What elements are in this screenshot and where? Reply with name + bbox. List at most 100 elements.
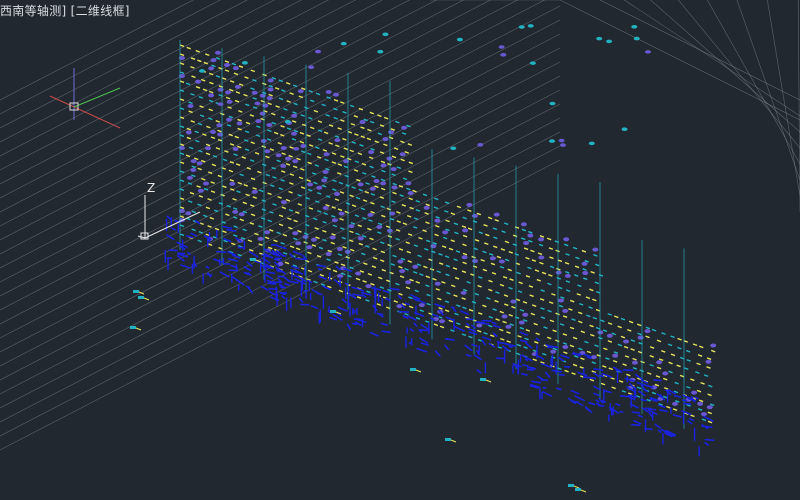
view-preset-control[interactable]: 西南等轴测] xyxy=(0,4,66,18)
facade-dash xyxy=(191,228,196,232)
facade-dash xyxy=(611,386,616,390)
drawing-canvas[interactable]: Z xyxy=(0,0,800,500)
base-structure-mark xyxy=(704,438,715,442)
facade-dash xyxy=(369,111,375,115)
fixture-mark xyxy=(285,156,292,161)
facade-dash xyxy=(351,141,356,144)
fixture-mark xyxy=(523,241,530,246)
facade-dash xyxy=(288,154,293,158)
facade-dash xyxy=(333,116,338,120)
facade-dash xyxy=(523,319,528,322)
facade-dash xyxy=(232,197,237,201)
facade-dash xyxy=(201,177,206,181)
facade-dash xyxy=(557,259,563,263)
fixture-mark xyxy=(266,122,273,127)
facade-dash xyxy=(697,408,703,411)
facade-dash xyxy=(537,252,543,256)
visual-style-control[interactable]: [二维线框] xyxy=(71,4,130,18)
facade-dash xyxy=(536,278,542,282)
facade-dash xyxy=(413,217,419,221)
facade-dash xyxy=(285,82,291,85)
fixture-mark xyxy=(262,103,269,108)
base-structure-mark xyxy=(704,441,710,447)
grid-lines xyxy=(0,0,800,451)
facade-dash xyxy=(666,405,671,409)
facade-dash xyxy=(362,171,367,175)
facade-dash xyxy=(668,361,673,365)
facade-dash xyxy=(286,127,292,131)
base-structure-mark xyxy=(473,354,482,361)
facade-dash xyxy=(503,294,509,298)
facade-dash xyxy=(331,214,336,218)
facade-dash xyxy=(500,248,506,251)
facade-dash xyxy=(461,270,467,274)
facade-dash xyxy=(572,363,578,367)
base-structure-mark xyxy=(672,413,682,418)
facade-dash xyxy=(222,230,227,234)
facade-dash xyxy=(461,225,467,229)
facade-dash xyxy=(686,359,691,362)
fixture-mark xyxy=(329,235,336,240)
facade-dash xyxy=(398,248,404,251)
facade-dash xyxy=(709,403,715,407)
base-structure-mark xyxy=(508,345,513,348)
fixture-mark xyxy=(382,137,389,142)
facade-dash xyxy=(456,322,461,326)
fixture-mark xyxy=(217,87,224,92)
facade-dash xyxy=(179,215,185,219)
facade-dash xyxy=(445,219,450,223)
base-structure-mark xyxy=(481,336,492,341)
facade-dash xyxy=(289,173,295,177)
facade-dash xyxy=(245,103,250,107)
fixture-mark xyxy=(564,273,571,278)
facade-dash xyxy=(281,89,286,93)
drawing-viewport[interactable]: Z 西南等轴测] [二维线框] xyxy=(0,0,800,500)
facade-dash xyxy=(194,130,199,134)
facade-dash xyxy=(563,351,568,355)
facade-dash xyxy=(361,252,366,256)
facade-dash xyxy=(488,315,493,319)
fixture-mark xyxy=(336,247,343,252)
facade-dash xyxy=(407,143,413,146)
fixture-mark xyxy=(582,271,589,276)
fixture-mark xyxy=(251,90,258,95)
base-structure-mark xyxy=(595,402,601,407)
facade-dash xyxy=(239,173,244,177)
base-structure-mark xyxy=(519,331,529,336)
facade-dash xyxy=(361,234,367,238)
fixture-mark xyxy=(257,236,264,241)
facade-dash xyxy=(269,211,274,214)
building-3d-model[interactable] xyxy=(164,40,717,457)
facade-dash xyxy=(229,179,235,182)
facade-dash xyxy=(528,239,533,243)
fixture-mark xyxy=(476,323,483,328)
facade-dash xyxy=(404,151,409,154)
facade-dash xyxy=(548,301,554,305)
scattered-object xyxy=(217,102,224,106)
facade-dash xyxy=(245,193,250,197)
base-structure-mark xyxy=(593,372,600,378)
facade-dash xyxy=(267,129,272,133)
facade-dash xyxy=(387,288,392,292)
facade-dash xyxy=(328,142,333,145)
fixture-mark xyxy=(210,58,217,63)
facade-dash xyxy=(267,192,272,196)
facade-dash xyxy=(349,248,355,252)
base-structure-mark xyxy=(658,408,668,413)
facade-dash xyxy=(620,335,626,339)
facade-dash xyxy=(448,247,454,251)
facade-dash xyxy=(326,267,331,271)
facade-dash xyxy=(465,325,470,329)
facade-dash xyxy=(307,251,312,255)
viewport-controls[interactable]: 西南等轴测] [二维线框] xyxy=(0,3,130,19)
scattered-object xyxy=(308,65,315,69)
facade-dash xyxy=(496,255,502,259)
facade-dash xyxy=(340,227,345,230)
facade-dash xyxy=(322,149,328,152)
facade-dash xyxy=(433,323,439,327)
facade-dash xyxy=(442,236,448,240)
facade-dash xyxy=(539,298,545,301)
facade-dash xyxy=(374,185,379,189)
facade-dash xyxy=(404,267,409,271)
facade-dash xyxy=(354,133,359,136)
